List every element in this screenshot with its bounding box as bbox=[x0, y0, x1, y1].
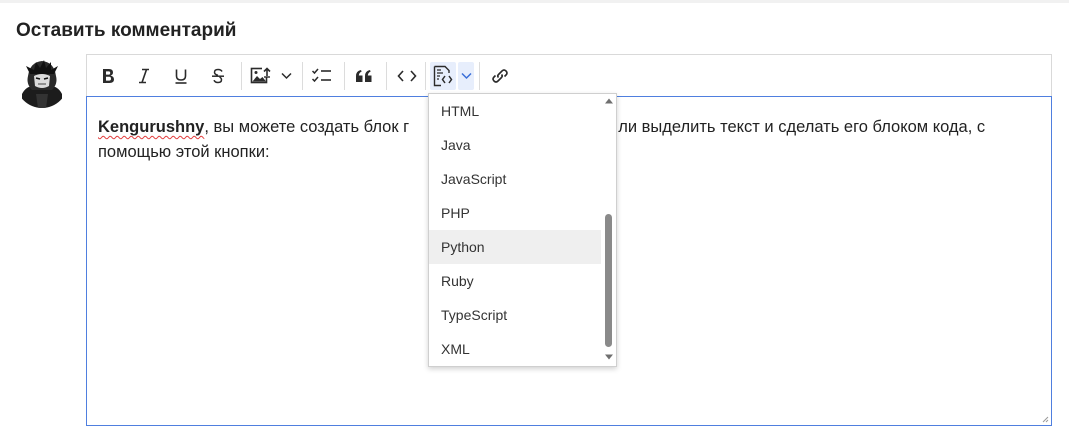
scrollbar-thumb[interactable] bbox=[605, 214, 612, 347]
bold-icon bbox=[103, 69, 114, 83]
inline-code-button[interactable] bbox=[395, 62, 419, 90]
editor-text-segment: ли выделить текст и сделать его блоком к… bbox=[618, 118, 986, 136]
language-option-javascript[interactable]: JavaScript bbox=[429, 162, 601, 196]
italic-icon bbox=[139, 68, 149, 84]
code-block-icon bbox=[433, 65, 453, 87]
language-option-html[interactable]: HTML bbox=[429, 94, 601, 128]
image-upload-icon bbox=[250, 67, 272, 84]
link-icon bbox=[492, 69, 508, 83]
underline-button[interactable] bbox=[170, 62, 192, 90]
language-option-php[interactable]: PHP bbox=[429, 196, 601, 230]
code-language-menu: HTML Java JavaScript PHP Python Ruby Typ… bbox=[428, 93, 617, 367]
editor-text-line: помощью этой кнопки: bbox=[98, 143, 270, 161]
toolbar-separator bbox=[344, 62, 345, 90]
editor-text-segment: , вы можете создать блок г bbox=[204, 118, 410, 136]
todo-list-button[interactable] bbox=[310, 62, 334, 90]
chevron-down-icon bbox=[460, 72, 472, 80]
code-block-button[interactable] bbox=[430, 62, 456, 90]
link-button[interactable] bbox=[488, 62, 512, 90]
language-option-typescript[interactable]: TypeScript bbox=[429, 298, 601, 332]
strikethrough-button[interactable] bbox=[207, 62, 229, 90]
resize-handle[interactable] bbox=[1041, 415, 1049, 423]
scroll-down-arrow-icon[interactable] bbox=[604, 353, 614, 361]
language-option-java[interactable]: Java bbox=[429, 128, 601, 162]
underline-icon bbox=[175, 69, 187, 84]
blockquote-button[interactable] bbox=[353, 62, 375, 90]
toolbar-separator bbox=[425, 62, 426, 90]
scroll-up-arrow-icon[interactable] bbox=[604, 97, 614, 105]
editor-toolbar bbox=[86, 54, 1052, 96]
checklist-icon bbox=[311, 68, 331, 83]
page-title: Оставить комментарий bbox=[16, 20, 237, 41]
toolbar-separator bbox=[302, 62, 303, 90]
language-option-python[interactable]: Python bbox=[429, 230, 601, 264]
toolbar-separator bbox=[386, 62, 387, 90]
chevron-down-icon bbox=[280, 72, 292, 80]
language-option-ruby[interactable]: Ruby bbox=[429, 264, 601, 298]
bold-button[interactable] bbox=[97, 62, 119, 90]
language-option-xml[interactable]: XML bbox=[429, 332, 601, 366]
user-mention: Kengurushny bbox=[98, 118, 205, 136]
avatar bbox=[16, 56, 68, 108]
toolbar-separator bbox=[479, 62, 480, 90]
top-divider bbox=[0, 0, 1069, 3]
strikethrough-icon bbox=[212, 68, 224, 84]
insert-image-button[interactable] bbox=[249, 62, 273, 90]
image-options-dropdown[interactable] bbox=[279, 62, 293, 90]
code-language-dropdown[interactable] bbox=[458, 62, 474, 90]
toolbar-separator bbox=[241, 62, 242, 90]
quote-icon bbox=[356, 70, 372, 82]
italic-button[interactable] bbox=[133, 62, 155, 90]
code-icon bbox=[397, 70, 417, 82]
